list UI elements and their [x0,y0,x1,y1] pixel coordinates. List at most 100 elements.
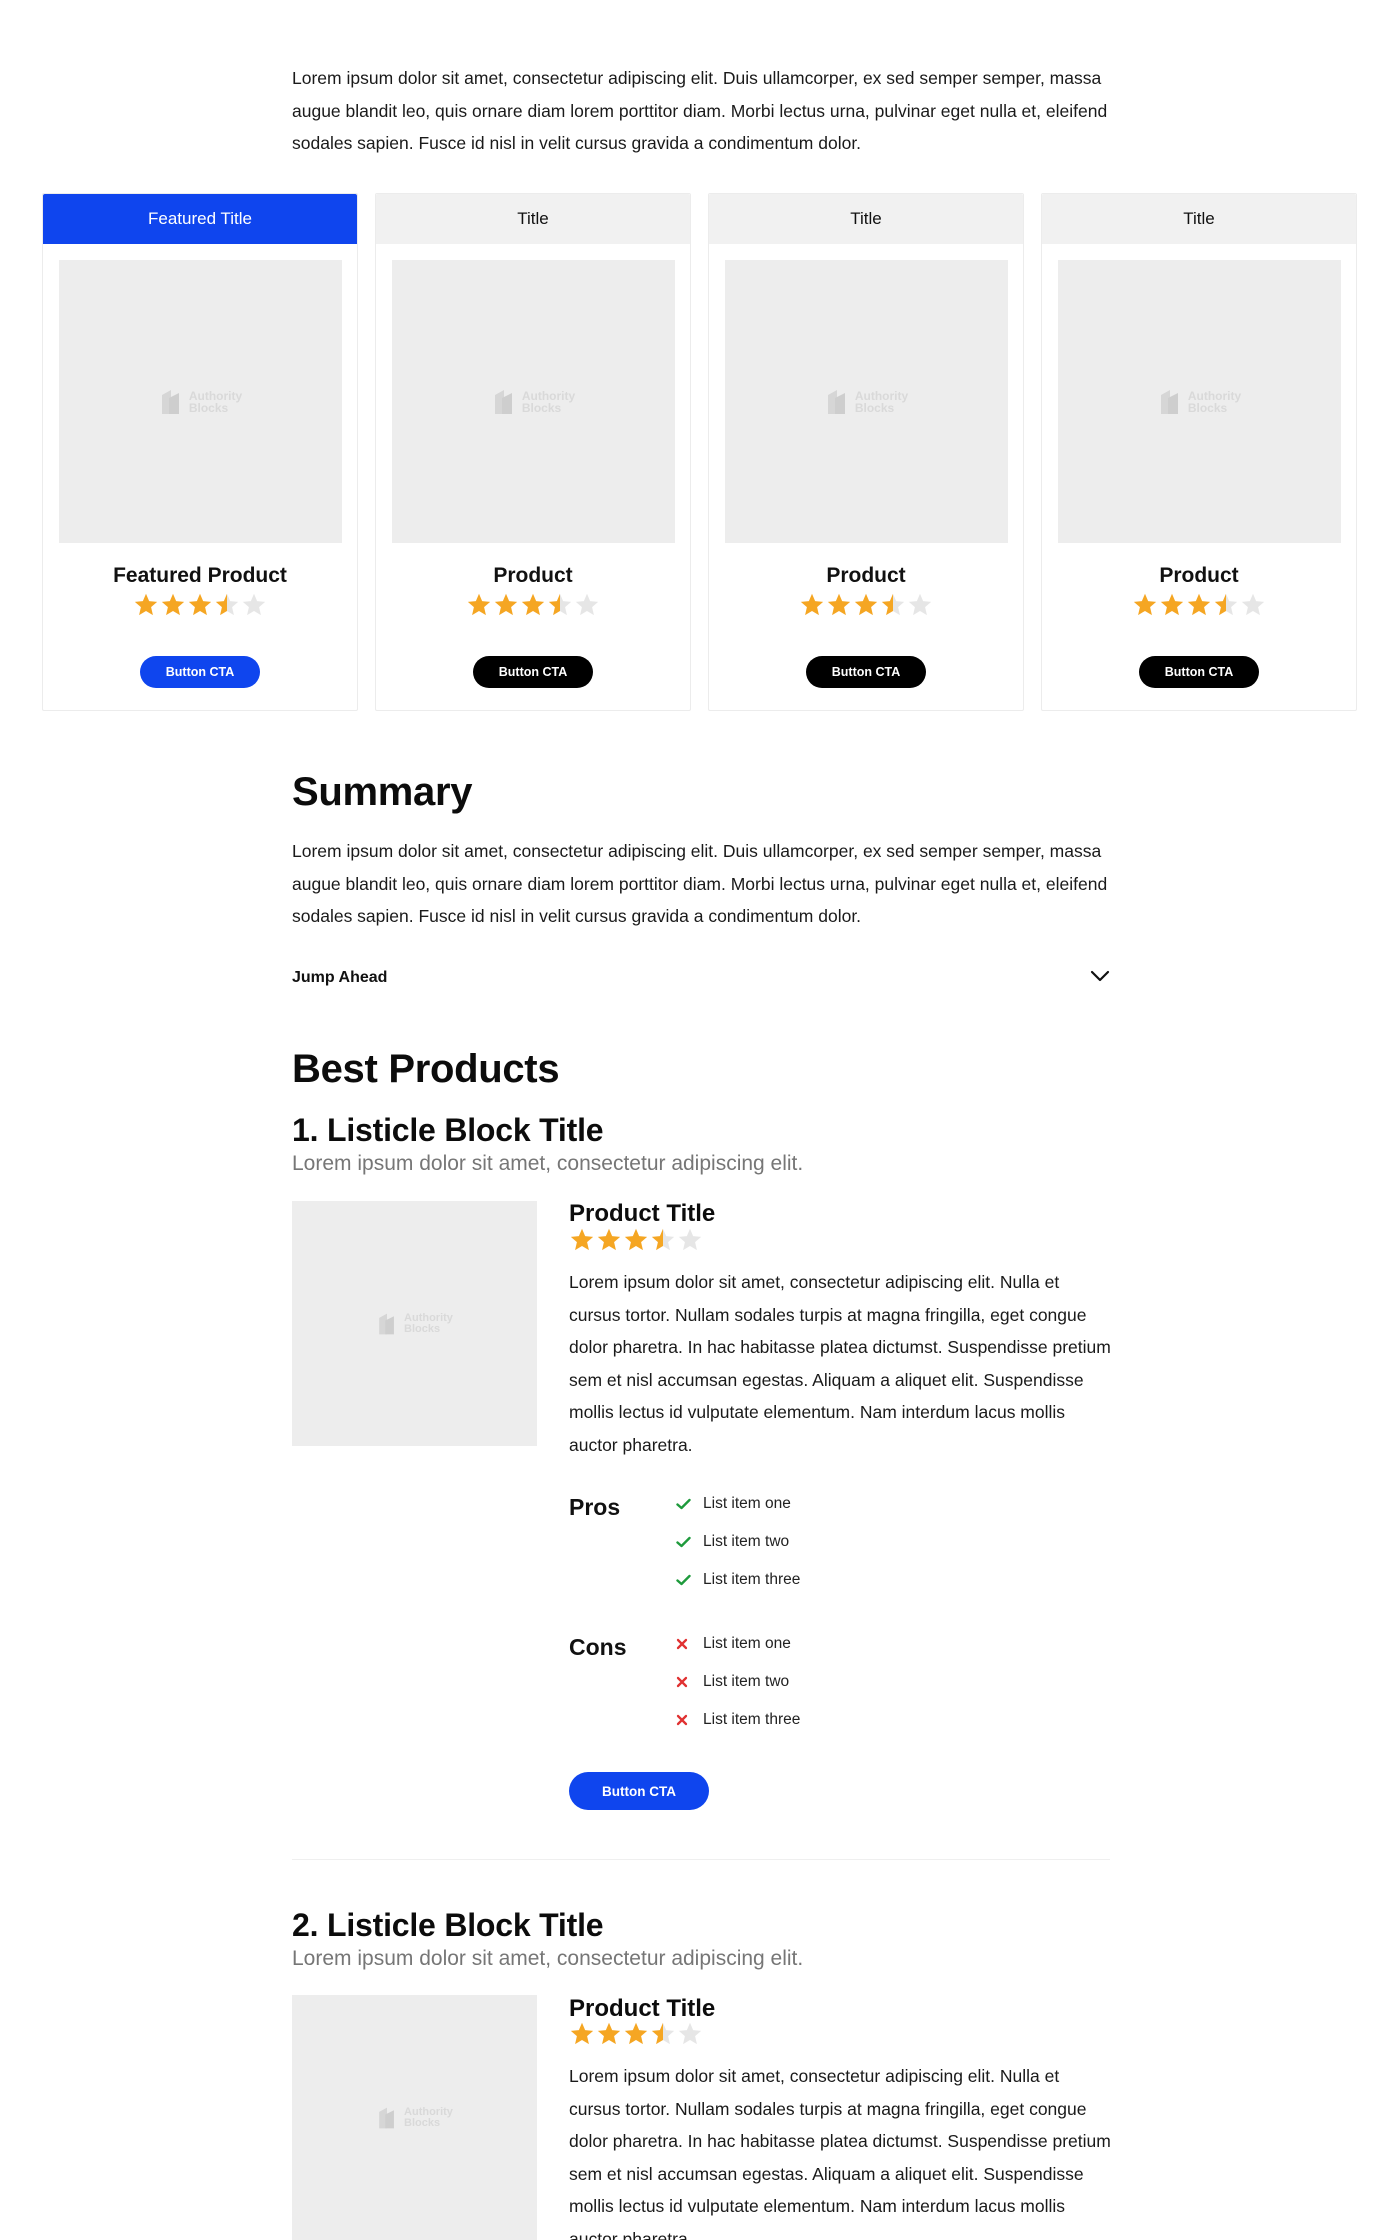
authority-blocks-logo: Authority Blocks [825,387,908,417]
authority-blocks-logo: Authority Blocks [1158,387,1241,417]
product-card: Title Authority Blocks Product Button CTA [708,193,1024,711]
cta-button[interactable]: Button CTA [140,656,260,688]
checkmark-icon [676,1536,703,1548]
star-icon [597,1228,621,1251]
star-icon [678,1228,702,1251]
con-item: List item one [676,1625,800,1663]
star-icon [800,593,824,616]
logo-line1: Authority [521,388,576,403]
checkmark-icon [676,1498,703,1510]
star-icon [1214,593,1238,616]
cons-label: Cons [569,1634,627,1660]
star-icon [521,593,545,616]
logo-line1: Authority [404,2105,453,2118]
product-card: Title Authority Blocks Product Button CTA [1041,193,1357,711]
logo-line2: Blocks [404,2116,441,2129]
x-icon [676,1638,703,1650]
pro-item: List item one [676,1485,800,1523]
comparison-cards: Featured Title Authority Blocks Featured … [42,193,1358,711]
product-image: Authority Blocks [59,260,342,543]
product-image: Authority Blocks [725,260,1008,543]
logo-line1: Authority [188,388,243,403]
star-icon [827,593,851,616]
star-icon [854,593,878,616]
card-title: Title [709,194,1023,244]
listicle-block-subtitle: Lorem ipsum dolor sit amet, consectetur … [292,1152,804,1175]
jump-ahead-dropdown[interactable]: Jump Ahead [292,963,1110,993]
cta-button[interactable]: Button CTA [569,1772,709,1810]
authority-blocks-logo: Authority Blocks [492,387,575,417]
pros-list: List item one List item two List item th… [676,1485,800,1599]
card-product-name: Product [1159,564,1239,587]
star-rating [43,592,357,618]
product-title: Product Title [569,1995,716,2022]
cta-button[interactable]: Button CTA [473,656,593,688]
logo-line1: Authority [854,388,909,403]
star-rating [709,592,1023,618]
authority-blocks-logo: Authority Blocks [376,2105,453,2131]
listicle-block-subtitle: Lorem ipsum dolor sit amet, consectetur … [292,1947,804,1970]
logo-line2: Blocks [854,400,895,415]
product-card-featured: Featured Title Authority Blocks Featured … [42,193,358,711]
checkmark-icon [676,1574,703,1586]
star-icon [624,2022,648,2045]
star-icon [1187,593,1211,616]
listicle-block-title: 2. Listicle Block Title [292,1907,604,1943]
star-icon [651,1228,675,1251]
divider [292,1859,1110,1860]
pro-item: List item two [676,1523,800,1561]
cta-button[interactable]: Button CTA [1139,656,1259,688]
card-title: Title [376,194,690,244]
star-icon [881,593,905,616]
product-title: Product Title [569,1200,716,1227]
con-item: List item two [676,1663,800,1701]
authority-blocks-logo: Authority Blocks [376,1311,453,1337]
logo-line2: Blocks [1187,400,1228,415]
star-icon [570,2022,594,2045]
star-icon [134,593,158,616]
logo-line2: Blocks [188,400,229,415]
summary-paragraph: Lorem ipsum dolor sit amet, consectetur … [292,841,1108,926]
product-image: Authority Blocks [292,1201,537,1446]
star-icon [242,593,266,616]
star-icon [467,593,491,616]
logo-line1: Authority [404,1311,453,1324]
product-image: Authority Blocks [392,260,675,543]
star-icon [570,1228,594,1251]
pros-label: Pros [569,1494,621,1520]
best-products-heading: Best Products [292,1047,560,1091]
star-icon [624,1228,648,1251]
star-rating [569,1227,703,1253]
star-icon [548,593,572,616]
listicle-block-title: 1. Listicle Block Title [292,1112,604,1148]
card-product-name: Product [493,564,573,587]
card-product-name: Featured Product [113,564,287,587]
star-icon [1133,593,1157,616]
logo-line2: Blocks [521,400,562,415]
logo-line2: Blocks [404,1322,441,1335]
product-card: Title Authority Blocks Product Button CTA [375,193,691,711]
x-icon [676,1676,703,1688]
star-icon [597,2022,621,2045]
product-image: Authority Blocks [1058,260,1341,543]
jump-ahead-label: Jump Ahead [292,969,388,986]
star-rating [376,592,690,618]
logo-line1: Authority [1187,388,1242,403]
cta-button[interactable]: Button CTA [806,656,926,688]
star-icon [1160,593,1184,616]
con-item: List item three [676,1701,800,1739]
star-icon [215,593,239,616]
product-description: Lorem ipsum dolor sit amet, consectetur … [569,2066,1111,2240]
chevron-down-icon [1090,969,1110,987]
intro-paragraph: Lorem ipsum dolor sit amet, consectetur … [292,68,1108,153]
star-icon [678,2022,702,2045]
star-icon [651,2022,675,2045]
cons-list: List item one List item two List item th… [676,1625,800,1739]
product-description: Lorem ipsum dolor sit amet, consectetur … [569,1272,1111,1455]
card-title: Featured Title [43,194,357,244]
star-icon [188,593,212,616]
star-icon [575,593,599,616]
summary-heading: Summary [292,770,473,814]
card-title: Title [1042,194,1356,244]
star-icon [161,593,185,616]
